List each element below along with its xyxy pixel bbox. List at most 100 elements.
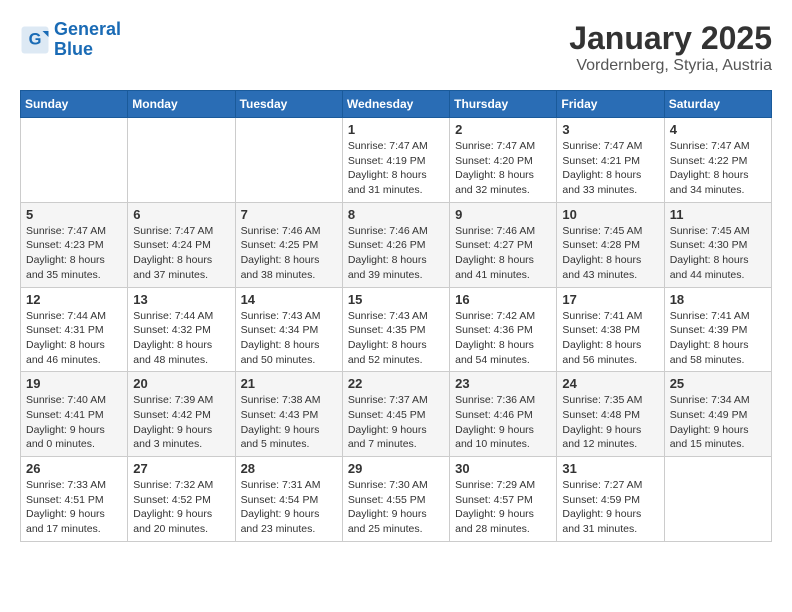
day-number: 19 [26, 376, 122, 391]
calendar-cell: 28 Sunrise: 7:31 AMSunset: 4:54 PMDayligh… [235, 457, 342, 542]
day-number: 12 [26, 292, 122, 307]
month-title: January 2025 [569, 20, 772, 57]
day-info: Sunrise: 7:32 AMSunset: 4:52 PMDaylight:… [133, 478, 229, 537]
weekday-header: Tuesday [235, 91, 342, 118]
weekday-header: Wednesday [342, 91, 449, 118]
calendar-cell: 17 Sunrise: 7:41 AMSunset: 4:38 PMDayligh… [557, 287, 664, 372]
svg-text:G: G [29, 30, 42, 48]
day-info: Sunrise: 7:47 AMSunset: 4:20 PMDaylight:… [455, 139, 551, 198]
day-number: 25 [670, 376, 766, 391]
day-info: Sunrise: 7:37 AMSunset: 4:45 PMDaylight:… [348, 393, 444, 452]
day-info: Sunrise: 7:33 AMSunset: 4:51 PMDaylight:… [26, 478, 122, 537]
day-number: 20 [133, 376, 229, 391]
calendar-cell: 29Sunrise: 7:30 AMSunset: 4:55 PMDayligh… [342, 457, 449, 542]
calendar-week-row: 19Sunrise: 7:40 AMSunset: 4:41 PMDayligh… [21, 372, 772, 457]
day-info: Sunrise: 7:46 AMSunset: 4:25 PMDaylight:… [241, 224, 337, 283]
calendar-week-row: 5 Sunrise: 7:47 AMSunset: 4:23 PMDaylight… [21, 202, 772, 287]
day-number: 31 [562, 461, 658, 476]
day-info: Sunrise: 7:44 AMSunset: 4:32 PMDaylight:… [133, 309, 229, 368]
day-number: 14 [241, 292, 337, 307]
day-info: Sunrise: 7:29 AMSunset: 4:57 PMDaylight:… [455, 478, 551, 537]
calendar-cell [235, 118, 342, 203]
calendar-week-row: 26 Sunrise: 7:33 AMSunset: 4:51 PMDayligh… [21, 457, 772, 542]
calendar-cell: 2 Sunrise: 7:47 AMSunset: 4:20 PMDaylight… [450, 118, 557, 203]
weekday-header: Saturday [664, 91, 771, 118]
day-number: 17 [562, 292, 658, 307]
day-number: 13 [133, 292, 229, 307]
day-number: 30 [455, 461, 551, 476]
calendar-cell: 10 Sunrise: 7:45 AMSunset: 4:28 PMDayligh… [557, 202, 664, 287]
calendar-cell: 14 Sunrise: 7:43 AMSunset: 4:34 PMDayligh… [235, 287, 342, 372]
weekday-header-row: SundayMondayTuesdayWednesdayThursdayFrid… [21, 91, 772, 118]
day-info: Sunrise: 7:41 AMSunset: 4:39 PMDaylight:… [670, 309, 766, 368]
day-number: 11 [670, 207, 766, 222]
day-info: Sunrise: 7:46 AMSunset: 4:26 PMDaylight:… [348, 224, 444, 283]
calendar-cell: 9 Sunrise: 7:46 AMSunset: 4:27 PMDaylight… [450, 202, 557, 287]
calendar-cell: 24 Sunrise: 7:35 AMSunset: 4:48 PMDayligh… [557, 372, 664, 457]
weekday-header: Monday [128, 91, 235, 118]
weekday-header: Thursday [450, 91, 557, 118]
location: Vordernberg, Styria, Austria [569, 57, 772, 75]
day-info: Sunrise: 7:43 AMSunset: 4:35 PMDaylight:… [348, 309, 444, 368]
calendar-cell [664, 457, 771, 542]
day-number: 9 [455, 207, 551, 222]
calendar-cell [21, 118, 128, 203]
day-number: 21 [241, 376, 337, 391]
day-number: 29 [348, 461, 444, 476]
day-number: 24 [562, 376, 658, 391]
calendar-cell: 26 Sunrise: 7:33 AMSunset: 4:51 PMDayligh… [21, 457, 128, 542]
day-info: Sunrise: 7:41 AMSunset: 4:38 PMDaylight:… [562, 309, 658, 368]
calendar-cell: 8Sunrise: 7:46 AMSunset: 4:26 PMDaylight… [342, 202, 449, 287]
day-info: Sunrise: 7:45 AMSunset: 4:30 PMDaylight:… [670, 224, 766, 283]
day-info: Sunrise: 7:39 AMSunset: 4:42 PMDaylight:… [133, 393, 229, 452]
day-info: Sunrise: 7:38 AMSunset: 4:43 PMDaylight:… [241, 393, 337, 452]
calendar-cell: 16 Sunrise: 7:42 AMSunset: 4:36 PMDayligh… [450, 287, 557, 372]
calendar-cell: 31 Sunrise: 7:27 AMSunset: 4:59 PMDayligh… [557, 457, 664, 542]
calendar-cell: 30 Sunrise: 7:29 AMSunset: 4:57 PMDayligh… [450, 457, 557, 542]
calendar-table: SundayMondayTuesdayWednesdayThursdayFrid… [20, 90, 772, 542]
calendar-cell: 25 Sunrise: 7:34 AMSunset: 4:49 PMDayligh… [664, 372, 771, 457]
day-info: Sunrise: 7:45 AMSunset: 4:28 PMDaylight:… [562, 224, 658, 283]
calendar-cell: 7Sunrise: 7:46 AMSunset: 4:25 PMDaylight… [235, 202, 342, 287]
day-number: 26 [26, 461, 122, 476]
day-number: 4 [670, 122, 766, 137]
logo-text: General Blue [54, 20, 121, 60]
calendar-cell: 19Sunrise: 7:40 AMSunset: 4:41 PMDayligh… [21, 372, 128, 457]
calendar-cell: 4Sunrise: 7:47 AMSunset: 4:22 PMDaylight… [664, 118, 771, 203]
day-number: 28 [241, 461, 337, 476]
day-number: 23 [455, 376, 551, 391]
day-info: Sunrise: 7:43 AMSunset: 4:34 PMDaylight:… [241, 309, 337, 368]
calendar-week-row: 12 Sunrise: 7:44 AMSunset: 4:31 PMDayligh… [21, 287, 772, 372]
calendar-cell: 5 Sunrise: 7:47 AMSunset: 4:23 PMDaylight… [21, 202, 128, 287]
calendar-body: 1 Sunrise: 7:47 AMSunset: 4:19 PMDaylight… [21, 118, 772, 542]
calendar-cell [128, 118, 235, 203]
day-info: Sunrise: 7:35 AMSunset: 4:48 PMDaylight:… [562, 393, 658, 452]
day-info: Sunrise: 7:46 AMSunset: 4:27 PMDaylight:… [455, 224, 551, 283]
logo-icon: G [20, 25, 50, 55]
day-info: Sunrise: 7:47 AMSunset: 4:23 PMDaylight:… [26, 224, 122, 283]
day-info: Sunrise: 7:31 AMSunset: 4:54 PMDaylight:… [241, 478, 337, 537]
day-info: Sunrise: 7:42 AMSunset: 4:36 PMDaylight:… [455, 309, 551, 368]
day-number: 2 [455, 122, 551, 137]
day-info: Sunrise: 7:44 AMSunset: 4:31 PMDaylight:… [26, 309, 122, 368]
day-number: 18 [670, 292, 766, 307]
day-number: 1 [348, 122, 444, 137]
day-number: 16 [455, 292, 551, 307]
day-info: Sunrise: 7:34 AMSunset: 4:49 PMDaylight:… [670, 393, 766, 452]
calendar-cell: 3Sunrise: 7:47 AMSunset: 4:21 PMDaylight… [557, 118, 664, 203]
calendar-cell: 23Sunrise: 7:36 AMSunset: 4:46 PMDayligh… [450, 372, 557, 457]
weekday-header: Friday [557, 91, 664, 118]
day-number: 6 [133, 207, 229, 222]
day-number: 5 [26, 207, 122, 222]
day-info: Sunrise: 7:47 AMSunset: 4:19 PMDaylight:… [348, 139, 444, 198]
calendar-cell: 20 Sunrise: 7:39 AMSunset: 4:42 PMDayligh… [128, 372, 235, 457]
day-number: 10 [562, 207, 658, 222]
day-info: Sunrise: 7:47 AMSunset: 4:21 PMDaylight:… [562, 139, 658, 198]
page-header: G General Blue January 2025 Vordernberg,… [20, 20, 772, 75]
calendar-cell: 21 Sunrise: 7:38 AMSunset: 4:43 PMDayligh… [235, 372, 342, 457]
day-info: Sunrise: 7:27 AMSunset: 4:59 PMDaylight:… [562, 478, 658, 537]
calendar-week-row: 1 Sunrise: 7:47 AMSunset: 4:19 PMDaylight… [21, 118, 772, 203]
calendar-cell: 27Sunrise: 7:32 AMSunset: 4:52 PMDayligh… [128, 457, 235, 542]
day-number: 22 [348, 376, 444, 391]
weekday-header: Sunday [21, 91, 128, 118]
